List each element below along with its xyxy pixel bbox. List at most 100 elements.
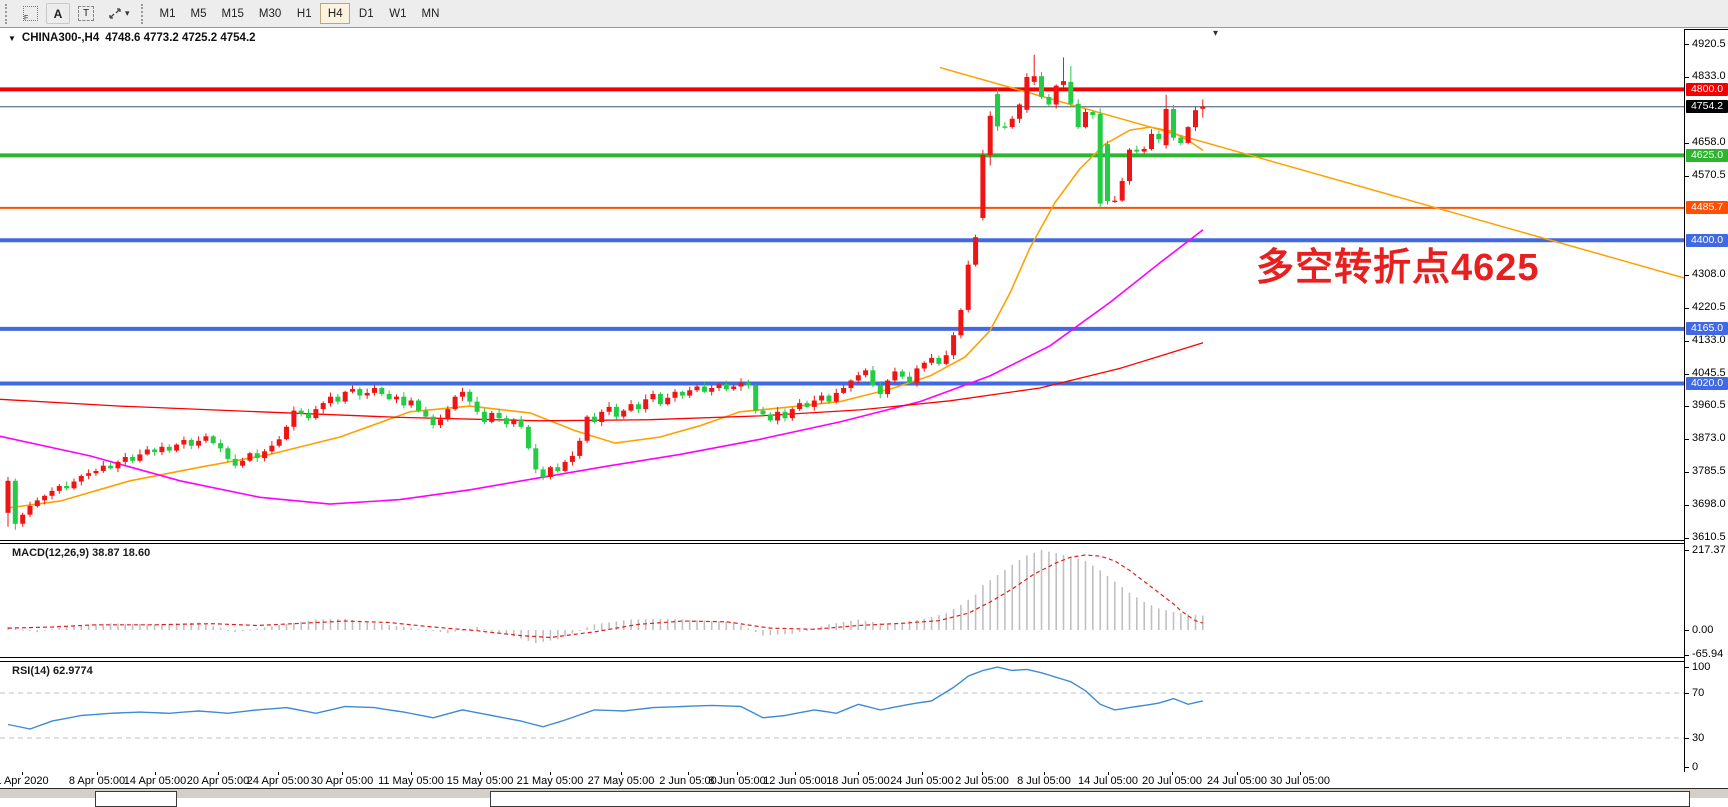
axis-tick xyxy=(1684,77,1689,78)
axis-tick xyxy=(1684,143,1689,144)
time-axis-label: 30 Jul 05:00 xyxy=(1270,775,1330,787)
time-axis-label: 2 Jul 05:00 xyxy=(955,775,1009,787)
rsi-panel[interactable] xyxy=(0,662,1684,772)
axis-tick xyxy=(1684,767,1689,768)
cursor-a-label: A xyxy=(54,7,63,21)
macd-axis-label: 0.00 xyxy=(1692,624,1713,636)
time-axis-label: 24 Jul 05:00 xyxy=(1207,775,1267,787)
axis-tick xyxy=(1684,630,1689,631)
toolbar-grip[interactable] xyxy=(141,4,148,24)
moving-average-mid_magenta xyxy=(0,230,1203,504)
axis-tick xyxy=(1684,693,1689,694)
timeframe-button-M1[interactable]: M1 xyxy=(153,3,183,24)
timeframe-toolbar: M1M5M15M30H1H4D1W1MN xyxy=(153,3,447,24)
price-tick-label: 4920.5 xyxy=(1692,38,1726,50)
timeframe-button-M5[interactable]: M5 xyxy=(184,3,214,24)
price-tick-label: 4570.5 xyxy=(1692,169,1726,181)
axis-tick xyxy=(1684,667,1689,668)
price-line-label: 4800.0 xyxy=(1686,83,1728,96)
timeframe-button-H4[interactable]: H4 xyxy=(320,3,350,24)
time-axis-label: 24 Apr 05:00 xyxy=(247,775,309,787)
axis-tick xyxy=(1684,308,1689,309)
axis-tick xyxy=(1684,406,1689,407)
price-tick-label: 3873.0 xyxy=(1692,432,1726,444)
price-line-label: 4165.0 xyxy=(1686,322,1728,335)
arrows-tool-button[interactable]: ▾ xyxy=(102,3,136,24)
price-tick-label: 4220.5 xyxy=(1692,301,1726,313)
time-axis-label: 8 Jun 05:00 xyxy=(708,775,766,787)
rsi-line xyxy=(8,667,1203,729)
axis-tick xyxy=(1684,738,1689,739)
time-axis-label: 21 May 05:00 xyxy=(517,775,584,787)
timeframe-button-M15[interactable]: M15 xyxy=(215,3,251,24)
timeframe-button-MN[interactable]: MN xyxy=(415,3,447,24)
timeframe-button-D1[interactable]: D1 xyxy=(351,3,381,24)
time-axis-label: 14 Jul 05:00 xyxy=(1078,775,1138,787)
axis-tick xyxy=(1684,176,1689,177)
price-tick-label: 3785.5 xyxy=(1692,465,1726,477)
time-axis-label: 30 Apr 05:00 xyxy=(311,775,373,787)
price-tick-label: 4133.0 xyxy=(1692,334,1726,346)
panel-separator[interactable] xyxy=(0,657,1684,658)
toolbar-grip[interactable] xyxy=(5,4,12,24)
rsi-indicator-label: RSI(14) 62.9774 xyxy=(12,665,93,677)
time-axis-label: 24 Jun 05:00 xyxy=(890,775,954,787)
time-axis-label: 8 Apr 05:00 xyxy=(69,775,125,787)
time-axis-label: 11 May 05:00 xyxy=(378,775,444,787)
price-tick-label: 3698.0 xyxy=(1692,498,1726,510)
text-box-icon: T xyxy=(78,6,94,21)
chart-annotation-text: 多空转折点4625 xyxy=(1256,236,1540,291)
axis-tick xyxy=(1684,341,1689,342)
rsi-axis-label: 30 xyxy=(1692,732,1704,744)
price-line-label: 4020.0 xyxy=(1686,377,1728,390)
collapse-triangle-icon[interactable]: ▼ xyxy=(8,34,16,43)
toolbar-divider xyxy=(0,27,1728,28)
time-axis-label: 20 Apr 05:00 xyxy=(187,775,249,787)
bottom-strip xyxy=(0,788,1728,798)
price-tick-label: 4308.0 xyxy=(1692,268,1726,280)
moving-average-fast_orange xyxy=(8,127,1203,508)
arrows-icon xyxy=(108,7,122,20)
macd-indicator-label: MACD(12,26,9) 38.87 18.60 xyxy=(12,547,150,559)
axis-tick xyxy=(1684,505,1689,506)
cursor-a-button[interactable]: A xyxy=(46,3,70,24)
axis-tick xyxy=(1684,374,1689,375)
timeframe-button-H1[interactable]: H1 xyxy=(289,3,319,24)
price-line-label: 4485.7 xyxy=(1686,201,1728,214)
ohlc-values: 4748.6 4773.2 4725.2 4754.2 xyxy=(105,32,255,44)
chevron-down-icon: ▾ xyxy=(125,8,130,19)
time-axis-label: 15 May 05:00 xyxy=(447,775,514,787)
indicator-frame-icon: F xyxy=(23,6,38,21)
time-axis-label: 8 Jul 05:00 xyxy=(1017,775,1071,787)
rsi-axis-label: 0 xyxy=(1692,761,1698,773)
price-tick-label: 3960.5 xyxy=(1692,399,1726,411)
rsi-axis-label: 70 xyxy=(1692,687,1704,699)
macd-panel[interactable] xyxy=(0,544,1684,657)
axis-tick xyxy=(1684,538,1689,539)
trading-platform-window: F A T ▾ M1M5M15M30H1H4D1W1MN ▼ CHINA300-… xyxy=(0,0,1728,798)
macd-histogram xyxy=(7,550,1203,643)
macd-signal-line xyxy=(8,555,1203,638)
axis-tick xyxy=(1684,439,1689,440)
chart-shift-marker-icon[interactable]: ▾ xyxy=(1213,28,1218,39)
axis-tick xyxy=(1684,275,1689,276)
bottom-strip-box xyxy=(490,791,1690,807)
price-tick-label: 3610.5 xyxy=(1692,531,1726,543)
candlesticks xyxy=(6,55,1206,530)
timeframe-button-M30[interactable]: M30 xyxy=(252,3,288,24)
symbol-timeframe-label: CHINA300-,H4 xyxy=(22,32,99,44)
indicator-frame-button[interactable]: F xyxy=(17,3,44,24)
price-line-label: 4400.0 xyxy=(1686,234,1728,247)
axis-tick xyxy=(1684,44,1689,45)
price-tick-label: 4833.0 xyxy=(1692,70,1726,82)
rsi-axis-label: 100 xyxy=(1692,661,1710,673)
timeframe-button-W1[interactable]: W1 xyxy=(382,3,413,24)
panel-separator[interactable] xyxy=(0,540,1684,541)
current-price-label: 4754.2 xyxy=(1686,100,1728,113)
price-line-label: 4625.0 xyxy=(1686,149,1728,162)
time-axis[interactable]: 1 Apr 20208 Apr 05:0014 Apr 05:0020 Apr … xyxy=(0,772,1684,788)
text-box-button[interactable]: T xyxy=(72,3,100,24)
bottom-strip-box xyxy=(95,791,177,807)
time-axis-label: 18 Jun 05:00 xyxy=(826,775,890,787)
time-axis-label: 1 Apr 2020 xyxy=(0,775,49,787)
